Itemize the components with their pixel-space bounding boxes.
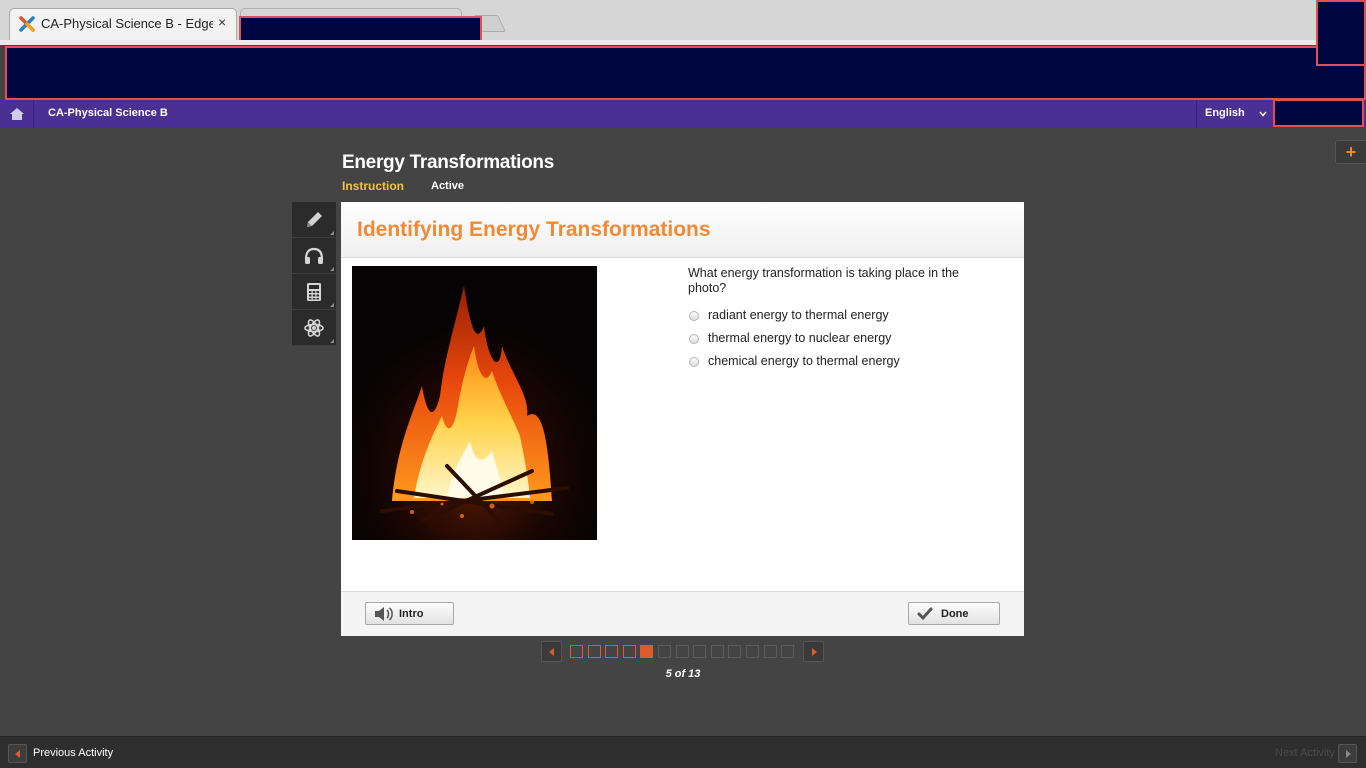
activity-nav-bar: Previous Activity Next Activity: [0, 736, 1366, 768]
caret-left-icon: [549, 648, 554, 656]
pager-page-box[interactable]: [746, 645, 759, 658]
answer-choice-label[interactable]: chemical energy to thermal energy: [708, 354, 900, 368]
edgenuity-favicon-icon: [19, 16, 35, 32]
pager-page-box[interactable]: [710, 645, 724, 658]
headphones-icon: [304, 247, 324, 264]
lesson-title: Energy Transformations: [342, 152, 554, 173]
radio-button[interactable]: [689, 311, 699, 321]
pager-page-box[interactable]: [693, 645, 707, 658]
pager-page-box[interactable]: [640, 645, 654, 658]
activity-footer: Intro Done: [341, 591, 1024, 636]
done-button-label: Done: [941, 608, 969, 620]
pager-page-box[interactable]: [675, 645, 689, 658]
pager-page-box[interactable]: [570, 645, 583, 658]
pager-page-box[interactable]: [658, 645, 671, 658]
language-label: English: [1205, 107, 1245, 119]
answer-choice[interactable]: thermal energy to nuclear energy: [689, 331, 989, 347]
radio-button[interactable]: [689, 357, 699, 367]
pager-page-box[interactable]: [622, 645, 636, 658]
browser-tab-active[interactable]: CA-Physical Science B - Edgenuity ×: [9, 8, 237, 40]
lesson-mode: Instruction: [342, 179, 404, 193]
pager-count: 5 of 13: [665, 668, 701, 680]
lesson-status: Active: [431, 180, 465, 192]
tool-rail: [292, 202, 336, 346]
pager-page-box[interactable]: [781, 645, 795, 658]
atom-icon: [304, 319, 324, 337]
pager-page-box[interactable]: [605, 645, 619, 658]
activity-heading: Identifying Energy Transformations: [357, 218, 711, 241]
speaker-icon: [375, 607, 393, 621]
tabstrip-divider: [0, 40, 1366, 45]
pager-page-box[interactable]: [728, 645, 742, 658]
redacted-user-area: [1273, 99, 1364, 127]
pager-page-box[interactable]: [763, 645, 777, 658]
answer-choice[interactable]: radiant energy to thermal energy: [689, 308, 989, 324]
expand-panel-button[interactable]: +: [1335, 140, 1366, 164]
pager-page-box[interactable]: [587, 645, 601, 658]
browser-tab-strip: CA-Physical Science B - Edgenuity ×: [0, 0, 1366, 44]
browser-tab-title: CA-Physical Science B - Edgenuity: [41, 16, 213, 31]
close-tab-icon[interactable]: ×: [218, 14, 226, 30]
course-title[interactable]: CA-Physical Science B: [48, 107, 168, 119]
caret-right-icon: [812, 648, 817, 656]
campfire-photo: [352, 266, 597, 540]
previous-activity-button[interactable]: [8, 744, 27, 763]
pencil-tool[interactable]: [292, 202, 336, 238]
caret-right-icon: [1346, 750, 1351, 758]
intro-button-label: Intro: [399, 608, 424, 620]
done-button[interactable]: Done: [908, 602, 1000, 625]
intro-button[interactable]: Intro: [365, 602, 454, 625]
home-icon: [10, 108, 24, 120]
previous-activity-label[interactable]: Previous Activity: [33, 747, 113, 759]
pencil-icon: [307, 212, 322, 227]
calculator-icon: [307, 283, 321, 301]
answer-choice[interactable]: chemical energy to thermal energy: [689, 354, 989, 370]
answer-choice-label[interactable]: radiant energy to thermal energy: [708, 308, 889, 322]
answer-choice-label[interactable]: thermal energy to nuclear energy: [708, 331, 891, 345]
redacted-window-controls: [1316, 0, 1366, 66]
activity-pager: [541, 641, 825, 662]
calculator-tool[interactable]: [292, 274, 336, 310]
radio-button[interactable]: [689, 334, 699, 344]
activity-card: Identifying Energy Transformations What …: [341, 202, 1024, 636]
pager-next-button[interactable]: [803, 641, 824, 662]
campfire-image: [352, 266, 597, 540]
course-nav-bar: CA-Physical Science B English: [0, 100, 1366, 128]
audio-tool[interactable]: [292, 238, 336, 274]
redacted-browser-toolbar: [5, 46, 1366, 100]
language-select[interactable]: English: [1196, 100, 1272, 128]
science-tool[interactable]: [292, 310, 336, 346]
caret-left-icon: [15, 750, 20, 758]
chevron-down-icon: [1259, 111, 1267, 117]
home-button[interactable]: [0, 100, 34, 128]
checkmark-icon: [917, 607, 933, 621]
question-text: What energy transformation is taking pla…: [688, 266, 959, 295]
pager-prev-button[interactable]: [541, 641, 562, 662]
next-activity-button[interactable]: [1338, 744, 1357, 763]
next-activity-label[interactable]: Next Activity: [1275, 747, 1335, 759]
activity-header: Identifying Energy Transformations: [341, 202, 1024, 258]
